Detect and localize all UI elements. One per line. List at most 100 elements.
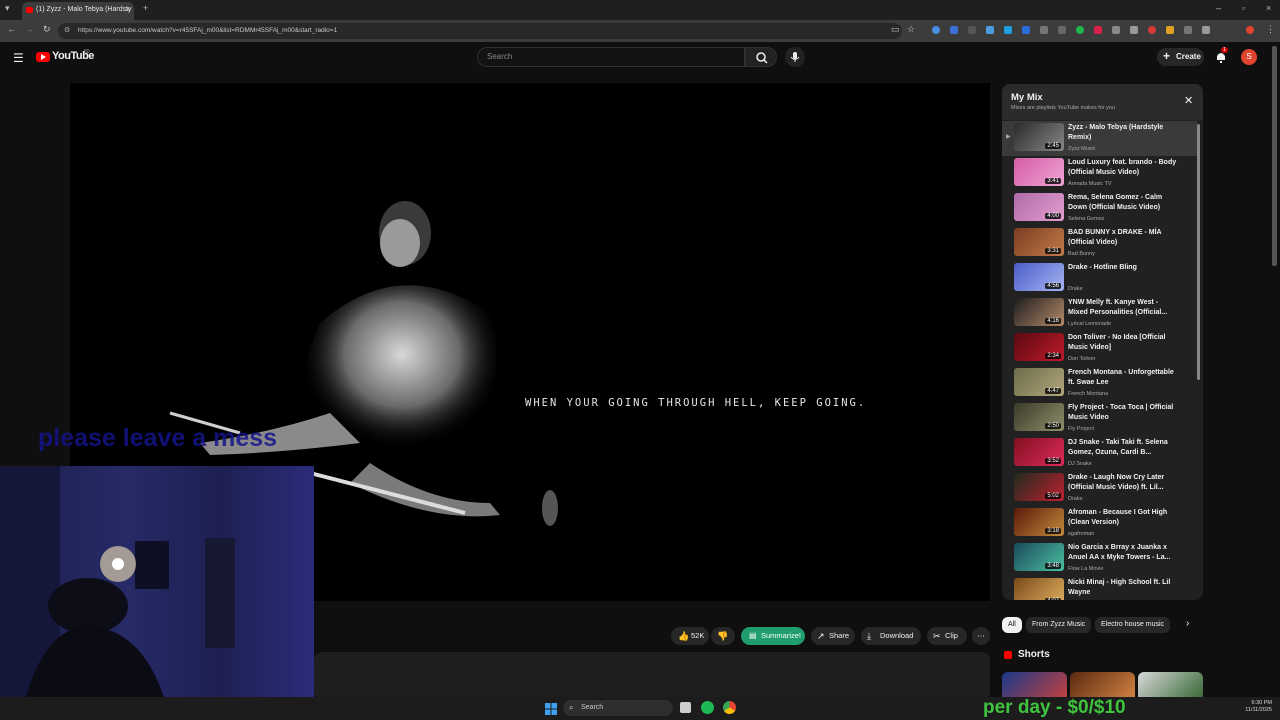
playlist-item[interactable]: 5:02 Drake - Laugh Now Cry Later (Officia… [1002, 471, 1197, 506]
browser-tab[interactable]: (1) Zyzz - Malo Tebya (Hardsty × [22, 2, 134, 20]
taskbar-search[interactable]: ⌕ Search [563, 700, 673, 716]
spotify-icon[interactable] [701, 701, 714, 714]
video-thumbnail[interactable]: 2:45 [1014, 123, 1064, 151]
video-title[interactable]: Rema, Selena Gomez - Calm Down (Official… [1068, 193, 1178, 212]
video-title[interactable]: Loud Luxury feat. brando - Body (Officia… [1068, 158, 1178, 177]
video-title[interactable]: Fly Project - Toca Toca | Official Music… [1068, 403, 1178, 422]
windows-start-icon[interactable] [545, 702, 557, 715]
page-scrollbar[interactable] [1272, 46, 1277, 266]
video-thumbnail[interactable]: 5:02 [1014, 473, 1064, 501]
video-thumbnail[interactable]: 3:31 [1014, 228, 1064, 256]
playlist-item[interactable]: 3:31 BAD BUNNY x DRAKE - MÍA (Official Vi… [1002, 226, 1197, 261]
video-title[interactable]: Nicki Minaj - High School ft. Lil Wayne [1068, 578, 1178, 597]
extension-icon[interactable] [932, 26, 940, 34]
maximize-icon[interactable]: ▫ [1242, 3, 1245, 13]
search-input[interactable]: Search [477, 47, 745, 67]
video-thumbnail[interactable]: 4:56 [1014, 263, 1064, 291]
share-button[interactable]: ↗ Share [811, 627, 855, 645]
video-thumbnail[interactable]: 3:18 [1014, 508, 1064, 536]
minimize-icon[interactable]: – [1216, 3, 1221, 13]
new-tab-icon[interactable]: + [143, 3, 148, 13]
playlist-item[interactable]: 3:18 Afroman - Because I Got High (Clean … [1002, 506, 1197, 541]
playlist-item[interactable]: 4:16 YNW Melly ft. Kanye West - Mixed Per… [1002, 296, 1197, 331]
notifications-button[interactable]: 1 [1214, 47, 1229, 69]
video-thumbnail[interactable]: 4:00 [1014, 193, 1064, 221]
extension-icon[interactable] [1184, 26, 1192, 34]
chevron-right-icon[interactable]: › [1186, 618, 1189, 629]
video-title[interactable]: YNW Melly ft. Kanye West - Mixed Persona… [1068, 298, 1178, 317]
short-thumbnail[interactable] [1070, 672, 1135, 697]
close-playlist-icon[interactable]: ✕ [1184, 94, 1193, 107]
video-thumbnail[interactable]: 3:41 [1014, 158, 1064, 186]
extension-icon[interactable] [1112, 26, 1120, 34]
playlist-item[interactable]: 2:50 Fly Project - Toca Toca | Official M… [1002, 401, 1197, 436]
short-thumbnail[interactable] [1138, 672, 1203, 697]
extension-icon[interactable] [1094, 26, 1102, 34]
video-thumbnail[interactable]: 3:52 [1014, 438, 1064, 466]
tab-search-icon[interactable]: ▾ [5, 3, 10, 14]
playlist-item[interactable]: 4:56 Drake - Hotline Bling Drake [1002, 261, 1197, 296]
video-title[interactable]: BAD BUNNY x DRAKE - MÍA (Official Video) [1068, 228, 1178, 247]
hamburger-menu-icon[interactable]: ☰ [13, 51, 24, 65]
clip-button[interactable]: ✂ Clip [927, 627, 967, 645]
playlist-item[interactable]: 4:07 Nicki Minaj - High School ft. Lil Wa… [1002, 576, 1197, 600]
chrome-icon[interactable] [723, 701, 736, 714]
extension-icon[interactable] [950, 26, 958, 34]
extension-icon[interactable] [1166, 26, 1174, 34]
dislike-button[interactable]: 👎 [711, 627, 735, 645]
extension-icon[interactable] [968, 26, 976, 34]
forward-icon[interactable]: → [25, 24, 34, 34]
video-title[interactable]: Afroman - Because I Got High (Clean Vers… [1068, 508, 1178, 527]
download-button[interactable]: ⤓ Download [861, 627, 921, 645]
video-title[interactable]: Zyzz - Malo Tebya (Hardstyle Remix) [1068, 123, 1178, 142]
video-title[interactable]: Drake - Hotline Bling [1068, 263, 1178, 273]
playlist-item[interactable]: 3:41 Loud Luxury feat. brando - Body (Off… [1002, 156, 1197, 191]
reload-icon[interactable]: ↻ [43, 24, 51, 35]
extension-icon[interactable] [1022, 26, 1030, 34]
voice-search-button[interactable] [785, 47, 805, 67]
video-title[interactable]: Drake - Laugh Now Cry Later (Official Mu… [1068, 473, 1178, 492]
extension-icon[interactable] [1004, 26, 1012, 34]
video-title[interactable]: DJ Snake - Taki Taki ft. Selena Gomez, O… [1068, 438, 1178, 457]
summarize-button[interactable]: ▤ Summarize! [741, 627, 805, 645]
profile-avatar-icon[interactable] [1246, 26, 1254, 34]
video-thumbnail[interactable]: 4:47 [1014, 368, 1064, 396]
account-avatar[interactable]: S [1241, 49, 1257, 65]
install-app-icon[interactable]: ▭ [891, 24, 900, 35]
address-bar[interactable]: ⚙ https://www.youtube.com/watch?v=r45SFA… [58, 23, 902, 39]
extension-icon[interactable] [1076, 26, 1084, 34]
playlist-item[interactable]: 4:47 French Montana - Unforgettable ft. S… [1002, 366, 1197, 401]
site-info-icon[interactable]: ⚙ [64, 23, 70, 39]
playlist-item[interactable]: 3:52 DJ Snake - Taki Taki ft. Selena Gome… [1002, 436, 1197, 471]
menu-dots-icon[interactable]: ⋮ [1266, 24, 1275, 35]
playlist-item[interactable]: 4:00 Rema, Selena Gomez - Calm Down (Offi… [1002, 191, 1197, 226]
create-button[interactable]: + Create [1157, 48, 1204, 66]
close-tab-icon[interactable]: × [125, 2, 130, 18]
short-thumbnail[interactable] [1002, 672, 1067, 697]
extension-icon[interactable] [1058, 26, 1066, 34]
playlist-item[interactable]: 2:34 Don Toliver - No Idea [Official Musi… [1002, 331, 1197, 366]
video-thumbnail[interactable]: 2:50 [1014, 403, 1064, 431]
search-button[interactable] [745, 47, 777, 67]
video-title[interactable]: Don Toliver - No Idea [Official Music Vi… [1068, 333, 1178, 352]
video-thumbnail[interactable]: 2:34 [1014, 333, 1064, 361]
playlist-item[interactable]: 3:48 Nio Garcia x Brray x Juanka x Anuel … [1002, 541, 1197, 576]
playlist-item[interactable]: ▶ 2:45 Zyzz - Malo Tebya (Hardstyle Remix)… [1002, 121, 1197, 156]
description-box[interactable] [314, 652, 990, 700]
video-thumbnail[interactable]: 3:48 [1014, 543, 1064, 571]
task-view-icon[interactable] [680, 702, 691, 713]
back-icon[interactable]: ← [7, 24, 16, 34]
video-title[interactable]: French Montana - Unforgettable ft. Swae … [1068, 368, 1178, 387]
filter-chip-all[interactable]: All [1002, 617, 1022, 633]
extension-icon[interactable] [1148, 26, 1156, 34]
extension-icon[interactable] [986, 26, 994, 34]
video-title[interactable]: Nio Garcia x Brray x Juanka x Anuel AA x… [1068, 543, 1178, 562]
playlist-scrollbar[interactable] [1197, 124, 1200, 380]
close-window-icon[interactable]: × [1266, 3, 1271, 13]
video-thumbnail[interactable]: 4:07 [1014, 578, 1064, 600]
filter-chip-electro-house[interactable]: Electro house music [1095, 617, 1171, 633]
bookmark-star-icon[interactable]: ☆ [907, 24, 915, 35]
filter-chip-from-channel[interactable]: From Zyzz Music [1026, 617, 1092, 633]
taskbar-clock[interactable]: 6:30 PM 11/11/2025 [1236, 700, 1272, 714]
extension-icon[interactable] [1040, 26, 1048, 34]
